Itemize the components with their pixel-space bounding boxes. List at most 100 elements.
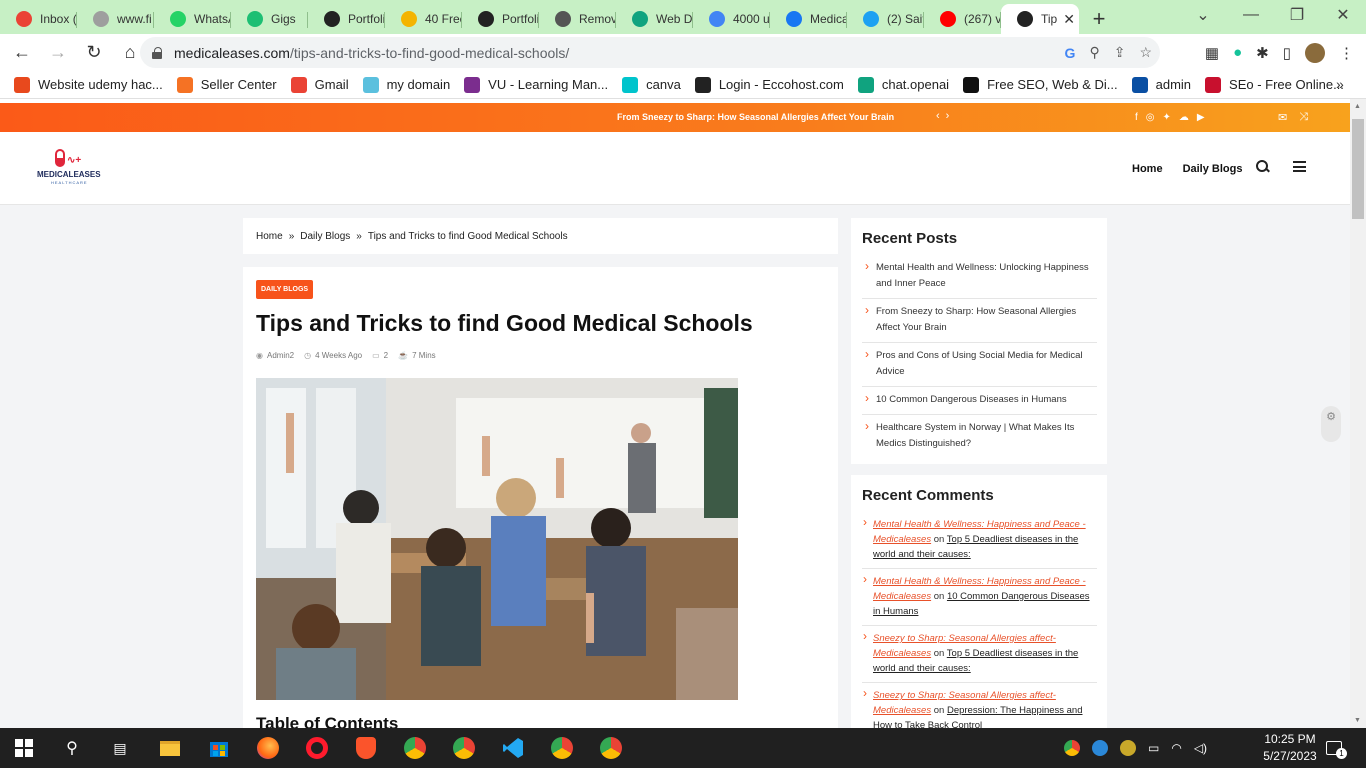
reload-icon[interactable]: ↻ xyxy=(78,37,110,69)
bookmark-item[interactable]: SEo - Free Online... xyxy=(1205,76,1344,93)
brave-icon[interactable] xyxy=(352,734,380,762)
browser-tab[interactable]: (2) Saif xyxy=(847,4,924,34)
site-logo[interactable]: ∿+ MEDICALEASES HEALTHCARE xyxy=(37,149,101,185)
page-scrollbar[interactable]: ▲ ▼ xyxy=(1350,99,1366,728)
lightning-tray-icon[interactable] xyxy=(1092,740,1108,756)
minimize-button[interactable]: — xyxy=(1228,0,1274,30)
recent-post-link[interactable]: From Sneezy to Sharp: How Seasonal Aller… xyxy=(862,299,1097,343)
vscode-icon[interactable] xyxy=(499,734,527,762)
shuffle-icon[interactable]: ⤨ xyxy=(1299,111,1308,124)
menu-kebab-icon[interactable]: ⋮ xyxy=(1339,44,1354,62)
qr-extension-icon[interactable]: ▦ xyxy=(1205,44,1219,62)
scroll-down-icon[interactable]: ▼ xyxy=(1354,717,1361,724)
battery-icon[interactable]: ▭ xyxy=(1148,741,1159,755)
app-tray-icon[interactable] xyxy=(1120,740,1136,756)
scroll-thumb[interactable] xyxy=(1352,119,1364,219)
recent-post-link[interactable]: Mental Health and Wellness: Unlocking Ha… xyxy=(862,255,1097,299)
browser-tab[interactable]: Gigs xyxy=(231,4,308,34)
bookmark-item[interactable]: Seller Center xyxy=(176,76,277,93)
browser-tab[interactable]: Medica xyxy=(770,4,847,34)
wechat-icon[interactable]: ☁ xyxy=(1179,112,1189,123)
taskbar-clock[interactable]: 10:25 PM 5/27/2023 xyxy=(1258,731,1322,765)
search-icon[interactable] xyxy=(1256,160,1270,174)
chrome-profile-icon[interactable] xyxy=(597,734,625,762)
breadcrumb-daily-blogs[interactable]: Daily Blogs xyxy=(300,231,350,242)
browser-tab[interactable]: Tip ✕ xyxy=(1001,4,1079,34)
twitter-icon[interactable]: ✦ xyxy=(1163,112,1171,123)
breadcrumb-home[interactable]: Home xyxy=(256,231,283,242)
bookmark-item[interactable]: canva xyxy=(622,76,681,93)
ticker-prev-icon[interactable]: ‹ xyxy=(936,110,946,122)
bookmark-item[interactable]: my domain xyxy=(362,76,450,93)
opera-icon[interactable] xyxy=(303,734,331,762)
bookmark-item[interactable]: Free SEO, Web & Di... xyxy=(963,76,1118,93)
back-icon[interactable]: ← xyxy=(6,37,38,69)
share-icon[interactable]: ⇪ xyxy=(1114,44,1126,61)
author-link[interactable]: Admin2 xyxy=(267,351,294,360)
tab-search-icon[interactable]: ⌄ xyxy=(1180,0,1226,30)
recent-post-link[interactable]: 10 Common Dangerous Diseases in Humans xyxy=(862,387,1097,415)
instagram-icon[interactable]: ◎ xyxy=(1146,112,1155,123)
chrome-tray-icon[interactable] xyxy=(1064,740,1080,756)
lock-icon[interactable] xyxy=(152,46,162,59)
bookmark-item[interactable]: admin xyxy=(1131,76,1191,93)
scroll-up-icon[interactable]: ▲ xyxy=(1354,103,1361,110)
nav-home[interactable]: Home xyxy=(1132,163,1163,175)
ticker-next-icon[interactable]: › xyxy=(946,110,956,122)
mail-icon[interactable]: ✉ xyxy=(1278,111,1287,124)
toc-heading[interactable]: Table of Contents xyxy=(256,714,398,728)
browser-tab[interactable]: www.fi xyxy=(77,4,154,34)
google-lens-icon[interactable]: G xyxy=(1065,45,1076,61)
windows-start-icon[interactable] xyxy=(10,734,38,762)
facebook-icon[interactable]: f xyxy=(1135,112,1138,123)
side-panel-icon[interactable]: ▯ xyxy=(1283,44,1291,62)
close-window-button[interactable]: ✕ xyxy=(1320,0,1366,30)
bookmark-item[interactable]: Website udemy hac... xyxy=(14,76,163,93)
browser-tab[interactable]: Portfoli xyxy=(462,4,539,34)
chrome-profile-icon[interactable] xyxy=(450,734,478,762)
address-bar[interactable]: medicaleases.com/tips-and-tricks-to-find… xyxy=(140,37,1160,68)
extensions-icon[interactable]: ✱ xyxy=(1256,44,1269,62)
nav-daily-blogs[interactable]: Daily Blogs xyxy=(1183,163,1243,175)
bookmark-item[interactable]: VU - Learning Man... xyxy=(464,76,608,93)
bookmarks-overflow-icon[interactable]: » xyxy=(1336,76,1344,92)
search-icon[interactable]: ⚲ xyxy=(58,734,86,762)
task-view-icon[interactable]: ▤ xyxy=(106,734,134,762)
recent-post-link[interactable]: Healthcare System in Norway | What Makes… xyxy=(862,415,1097,458)
browser-tab[interactable]: Web D xyxy=(616,4,693,34)
browser-tab[interactable]: (267) v xyxy=(924,4,1001,34)
browser-tab[interactable]: Portfoli xyxy=(308,4,385,34)
bookmark-item[interactable]: chat.openai xyxy=(857,76,949,93)
bookmark-item[interactable]: Login - Eccohost.com xyxy=(694,76,844,93)
forward-icon[interactable]: → xyxy=(42,37,74,69)
category-badge[interactable]: DAILY BLOGS xyxy=(256,280,314,299)
file-explorer-icon[interactable] xyxy=(156,734,184,762)
hamburger-menu-icon[interactable] xyxy=(1293,161,1306,172)
bookmark-item[interactable]: Gmail xyxy=(290,76,349,93)
zoom-icon[interactable]: ⚲ xyxy=(1089,44,1099,61)
profile-avatar[interactable] xyxy=(1305,42,1325,63)
chrome-icon[interactable] xyxy=(401,734,429,762)
browser-tab[interactable]: WhatsA xyxy=(154,4,231,34)
grammarly-icon[interactable]: ● xyxy=(1233,44,1242,61)
new-tab-button[interactable]: + xyxy=(1079,4,1119,34)
maximize-button[interactable]: ❐ xyxy=(1274,0,1320,30)
youtube-icon[interactable]: ▶ xyxy=(1197,112,1205,123)
bookmark-star-icon[interactable]: ☆ xyxy=(1139,44,1152,61)
close-tab-icon[interactable]: ✕ xyxy=(1063,11,1075,28)
notification-center-icon[interactable]: 1 xyxy=(1326,728,1347,768)
settings-float-icon[interactable]: ⚙ xyxy=(1321,406,1341,442)
volume-icon[interactable]: ◁) xyxy=(1194,741,1207,755)
recent-post-link[interactable]: Pros and Cons of Using Social Media for … xyxy=(862,343,1097,387)
breadcrumb: Home » Daily Blogs » Tips and Tricks to … xyxy=(243,218,838,254)
browser-tab[interactable]: 40 Free xyxy=(385,4,462,34)
browser-tab[interactable]: Remov xyxy=(539,4,616,34)
chrome-icon[interactable] xyxy=(548,734,576,762)
firefox-icon[interactable] xyxy=(254,734,282,762)
microsoft-store-icon[interactable] xyxy=(205,734,233,762)
wifi-icon[interactable]: ◠ xyxy=(1171,741,1181,755)
news-ticker[interactable]: From Sneezy to Sharp: How Seasonal Aller… xyxy=(617,103,894,132)
comment-count[interactable]: 2 xyxy=(384,351,388,360)
browser-tab[interactable]: Inbox ( xyxy=(0,4,77,34)
browser-tab[interactable]: 4000 u xyxy=(693,4,770,34)
